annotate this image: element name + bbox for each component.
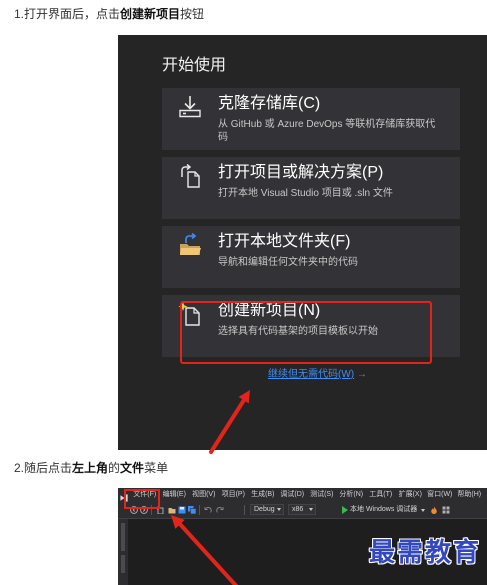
- save-icon[interactable]: [178, 506, 186, 514]
- watermark-logo: 最需教育: [368, 537, 481, 567]
- step-text: 菜单: [144, 461, 169, 475]
- start-debugging-play-icon[interactable]: [342, 506, 348, 514]
- open-folder-card[interactable]: 打开本地文件夹(F) 导航和编辑任何文件夹中的代码: [162, 226, 460, 288]
- undo-icon[interactable]: [204, 506, 212, 514]
- solution-configuration-dropdown[interactable]: Debug: [250, 504, 284, 515]
- step-emphasis: 创建新项目: [120, 7, 181, 21]
- menu-test[interactable]: 测试(S): [307, 488, 337, 502]
- menu-analyze[interactable]: 分析(N): [337, 488, 367, 502]
- hot-reload-flame-icon[interactable]: [430, 506, 438, 514]
- layout-grid-icon[interactable]: [442, 506, 450, 514]
- vs-start-window-screenshot: 开始使用 克隆存储库(C) 从 GitHub 或 Azure DevOps 等联…: [118, 35, 487, 450]
- toolbar-separator: [244, 505, 245, 515]
- card-title: 打开项目或解决方案(P): [218, 164, 384, 181]
- open-file-icon[interactable]: [168, 506, 176, 514]
- step-emphasis: 左上角: [72, 461, 109, 475]
- chevron-down-icon[interactable]: [421, 509, 425, 512]
- card-description: 从 GitHub 或 Azure DevOps 等联机存储库获取代码: [218, 119, 436, 143]
- clone-repository-card[interactable]: 克隆存储库(C) 从 GitHub 或 Azure DevOps 等联机存储库获…: [162, 88, 460, 150]
- highlight-box-create-project: [180, 301, 432, 364]
- clone-repository-icon: [178, 95, 202, 119]
- step-emphasis: 文件: [120, 461, 145, 475]
- continue-without-code-link[interactable]: 继续但无需代码(W) →: [268, 369, 367, 381]
- save-all-icon[interactable]: [188, 506, 196, 514]
- configuration-value: Debug: [254, 506, 275, 513]
- main-menu: 文件(F) 编辑(E) 视图(V) 项目(P) 生成(B) 调试(D) 测试(S…: [130, 488, 484, 502]
- open-folder-icon: [178, 233, 202, 257]
- side-tab[interactable]: [121, 523, 125, 551]
- menu-view[interactable]: 视图(V): [189, 488, 219, 502]
- continue-link-label: 继续但无需代码(W): [268, 369, 355, 380]
- menu-edit[interactable]: 编辑(E): [160, 488, 190, 502]
- highlight-box-file-menu: [124, 489, 160, 509]
- menu-window[interactable]: 窗口(W): [425, 488, 455, 502]
- card-description: 打开本地 Visual Studio 项目或 .sln 文件: [218, 188, 393, 199]
- step-text: 的: [108, 461, 121, 475]
- step-text: 按钮: [180, 7, 205, 21]
- step-text: 1.打开界面后，点击: [14, 7, 121, 21]
- chevron-down-icon: [277, 508, 281, 511]
- card-title: 克隆存储库(C): [218, 95, 321, 112]
- menu-extensions[interactable]: 扩展(X): [396, 488, 426, 502]
- menu-debug[interactable]: 调试(D): [278, 488, 308, 502]
- chevron-down-icon: [309, 508, 313, 511]
- step-2-instruction: 2.随后点击左上角的文件菜单: [14, 460, 168, 476]
- open-project-icon: [178, 164, 202, 188]
- menu-project[interactable]: 项目(P): [219, 488, 249, 502]
- arrow-right-icon: →: [356, 369, 367, 380]
- card-description: 导航和编辑任何文件夹中的代码: [218, 257, 358, 268]
- start-debugging-button[interactable]: 本地 Windows 调试器: [350, 502, 417, 518]
- open-project-card[interactable]: 打开项目或解决方案(P) 打开本地 Visual Studio 项目或 .sln…: [162, 157, 460, 219]
- menu-bar: 文件(F) 编辑(E) 视图(V) 项目(P) 生成(B) 调试(D) 测试(S…: [118, 488, 487, 502]
- standard-toolbar: Debug x86 本地 Windows 调试器: [118, 502, 487, 519]
- step-1-instruction: 1.打开界面后，点击创建新项目按钮: [14, 6, 204, 22]
- platform-value: x86: [292, 506, 304, 513]
- card-title: 打开本地文件夹(F): [218, 233, 351, 250]
- menu-help[interactable]: 帮助(H): [455, 488, 485, 502]
- start-window-heading: 开始使用: [162, 57, 227, 74]
- redo-icon[interactable]: [216, 506, 224, 514]
- menu-build[interactable]: 生成(B): [248, 488, 278, 502]
- menu-tools[interactable]: 工具(T): [366, 488, 396, 502]
- side-tool-window-tabs: [118, 519, 128, 585]
- toolbar-separator: [199, 505, 200, 515]
- tutorial-page: 1.打开界面后，点击创建新项目按钮 开始使用 克隆存储库(C) 从 GitHub…: [0, 0, 487, 585]
- solution-platform-dropdown[interactable]: x86: [288, 504, 316, 515]
- side-tab[interactable]: [121, 555, 125, 573]
- step-text: 2.随后点击: [14, 461, 73, 475]
